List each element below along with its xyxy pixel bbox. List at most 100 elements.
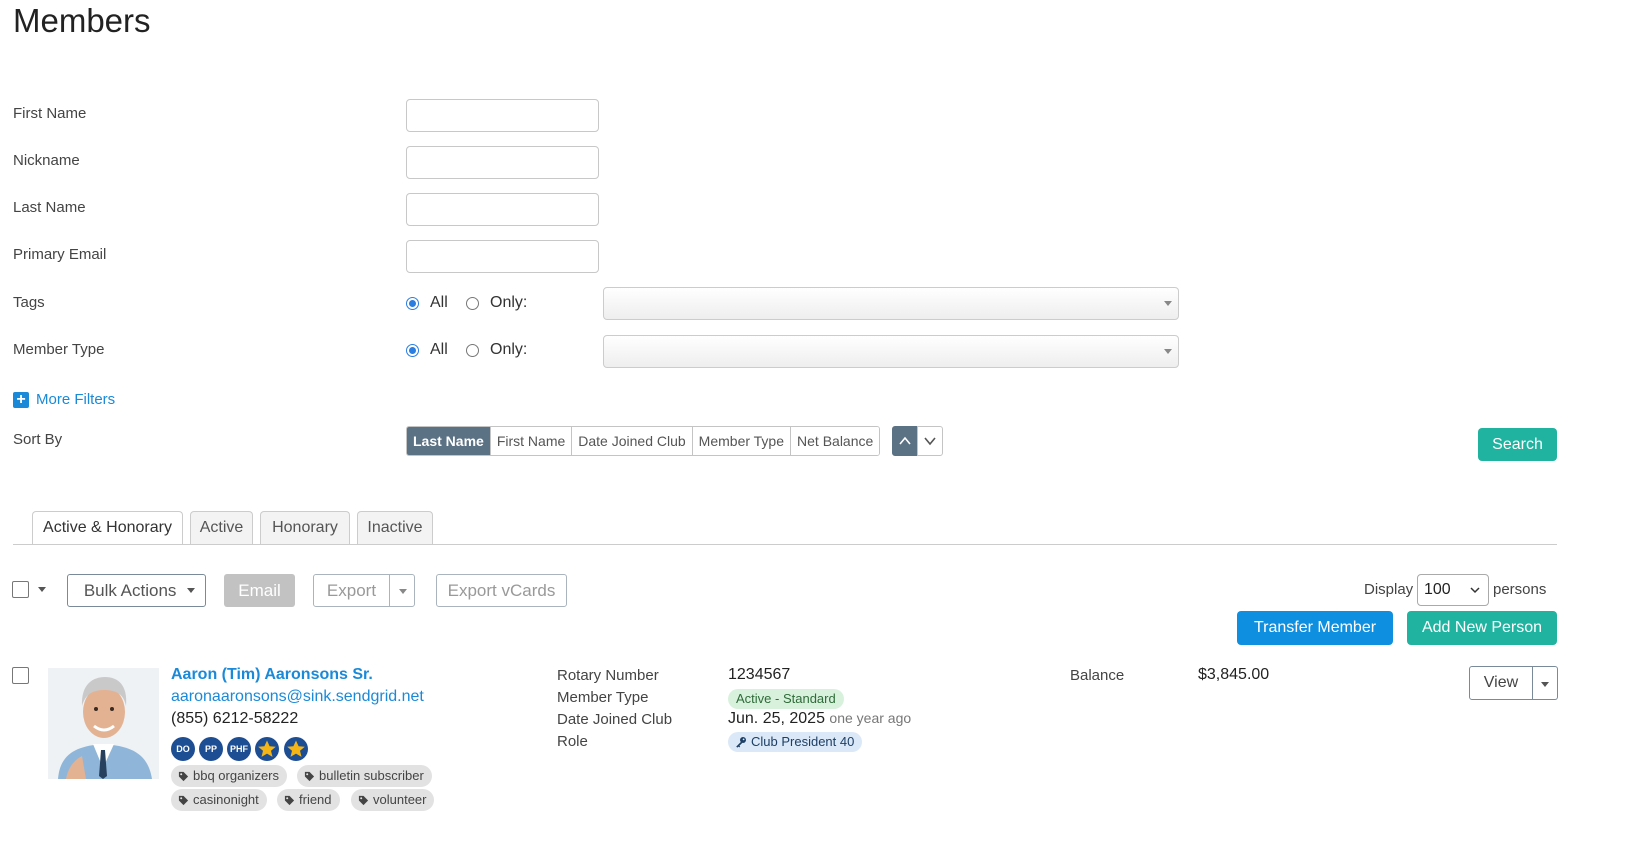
transfer-member-button[interactable]: Transfer Member xyxy=(1237,611,1393,645)
member-photo[interactable] xyxy=(48,668,159,779)
first-name-input[interactable] xyxy=(406,99,599,132)
member-photo-image xyxy=(48,668,159,779)
view-button[interactable]: View xyxy=(1469,666,1533,700)
more-filters-link[interactable]: + More Filters xyxy=(13,391,115,408)
date-joined-value: Jun. 25, 2025 one year ago xyxy=(728,710,911,728)
email-button[interactable]: Email xyxy=(224,574,295,607)
tab-honorary[interactable]: Honorary xyxy=(260,511,350,544)
tag-chip[interactable]: volunteer xyxy=(351,789,435,811)
member-type-all-label: All xyxy=(430,341,448,358)
role-label: Role xyxy=(557,733,588,750)
tag-icon xyxy=(358,795,369,805)
tag-chip[interactable]: casinonight xyxy=(171,789,267,811)
member-type-label: Member Type xyxy=(13,341,105,358)
select-all-caret-icon[interactable] xyxy=(38,587,46,592)
chevron-down-icon xyxy=(1470,587,1480,594)
tag-icon xyxy=(178,771,189,781)
badge-phf-icon: PHF xyxy=(227,737,251,761)
member-type-all-radio[interactable] xyxy=(406,344,419,357)
sort-date-joined-button[interactable]: Date Joined Club xyxy=(571,427,692,455)
export-button[interactable]: Export xyxy=(313,574,390,607)
member-type-select[interactable] xyxy=(603,335,1179,368)
member-type-only-label: Only: xyxy=(490,341,528,358)
sort-first-name-button[interactable]: First Name xyxy=(489,427,572,455)
member-type-detail-label: Member Type xyxy=(557,689,649,706)
member-email-link[interactable]: aaronaaronsons@sink.sendgrid.net xyxy=(171,688,424,706)
rotary-number-label: Rotary Number xyxy=(557,667,659,684)
member-phone: (855) 6212-58222 xyxy=(171,710,299,727)
last-name-label: Last Name xyxy=(13,199,86,216)
plus-icon: + xyxy=(13,391,29,408)
nickname-input[interactable] xyxy=(406,146,599,179)
sort-descending-button[interactable] xyxy=(917,426,943,456)
caret-down-icon xyxy=(1164,301,1172,306)
tags-all-label: All xyxy=(430,294,448,311)
tag-label: bulletin subscriber xyxy=(319,768,424,783)
role-badge: Club President 40 xyxy=(728,732,863,752)
tags-only-label: Only: xyxy=(490,294,528,311)
tag-chip[interactable]: friend xyxy=(277,789,340,811)
chevron-up-icon xyxy=(899,436,911,445)
nickname-label: Nickname xyxy=(13,152,80,169)
caret-down-icon xyxy=(1541,682,1549,687)
star-badge-icon xyxy=(284,737,308,761)
date-joined-relative: one year ago xyxy=(829,710,912,726)
view-dropdown-button[interactable] xyxy=(1533,666,1558,700)
chevron-down-icon xyxy=(924,437,936,446)
more-filters-label: More Filters xyxy=(36,391,116,408)
tags-only-radio[interactable] xyxy=(466,297,479,310)
tags-select[interactable] xyxy=(603,287,1179,320)
date-joined-date: Jun. 25, 2025 xyxy=(728,710,825,727)
date-joined-label: Date Joined Club xyxy=(557,711,673,728)
export-dropdown-button[interactable] xyxy=(389,574,415,607)
tab-inactive[interactable]: Inactive xyxy=(357,511,433,544)
tag-icon xyxy=(178,795,189,805)
member-row-checkbox[interactable] xyxy=(12,667,29,684)
primary-email-label: Primary Email xyxy=(13,246,107,263)
last-name-input[interactable] xyxy=(406,193,599,226)
tab-active-honorary[interactable]: Active & Honorary xyxy=(32,511,183,545)
tag-label: casinonight xyxy=(193,792,259,807)
add-new-person-button[interactable]: Add New Person xyxy=(1407,611,1557,645)
tags-label: Tags xyxy=(13,294,45,311)
key-icon xyxy=(736,737,746,748)
sort-button-group: Last Name First Name Date Joined Club Me… xyxy=(406,426,881,456)
rotary-number-value: 1234567 xyxy=(728,666,791,683)
page-title: Members xyxy=(13,2,151,39)
caret-down-icon xyxy=(1164,349,1172,354)
badge-pp-icon: PP xyxy=(199,737,223,761)
sort-member-type-button[interactable]: Member Type xyxy=(691,427,791,455)
balance-value: $3,845.00 xyxy=(1198,666,1270,683)
export-vcards-button[interactable]: Export vCards xyxy=(436,574,567,607)
bulk-actions-label: Bulk Actions xyxy=(83,581,177,600)
tag-icon xyxy=(304,771,315,781)
tab-active[interactable]: Active xyxy=(190,511,253,544)
caret-down-icon xyxy=(187,588,196,593)
tag-icon xyxy=(284,795,295,805)
tag-label: volunteer xyxy=(373,792,427,807)
tag-label: friend xyxy=(299,792,332,807)
tabs-divider xyxy=(13,544,1557,545)
first-name-label: First Name xyxy=(13,105,87,122)
view-button-group: View xyxy=(1469,666,1558,700)
select-all-checkbox[interactable] xyxy=(12,581,29,598)
member-type-badge: Active - Standard xyxy=(728,689,844,709)
badge-do-icon: DO xyxy=(171,737,195,761)
display-count-value: 100 xyxy=(1424,581,1451,598)
tag-chip[interactable]: bbq organizers xyxy=(171,765,287,787)
sort-ascending-button[interactable] xyxy=(892,426,918,456)
search-button[interactable]: Search xyxy=(1478,428,1557,461)
bulk-actions-button[interactable]: Bulk Actions xyxy=(67,574,206,607)
balance-label: Balance xyxy=(1070,667,1125,684)
display-label: Display xyxy=(1364,581,1414,598)
tags-all-radio[interactable] xyxy=(406,297,419,310)
primary-email-input[interactable] xyxy=(406,240,599,273)
sort-last-name-button[interactable]: Last Name xyxy=(407,427,490,455)
caret-down-icon xyxy=(399,589,407,594)
sort-net-balance-button[interactable]: Net Balance xyxy=(790,427,880,455)
tag-chip[interactable]: bulletin subscriber xyxy=(297,765,432,787)
member-name-link[interactable]: Aaron (Tim) Aaronsons Sr. xyxy=(171,666,373,684)
display-count-select[interactable]: 100 xyxy=(1417,574,1489,606)
member-type-only-radio[interactable] xyxy=(466,344,479,357)
star-badge-icon xyxy=(255,737,279,761)
